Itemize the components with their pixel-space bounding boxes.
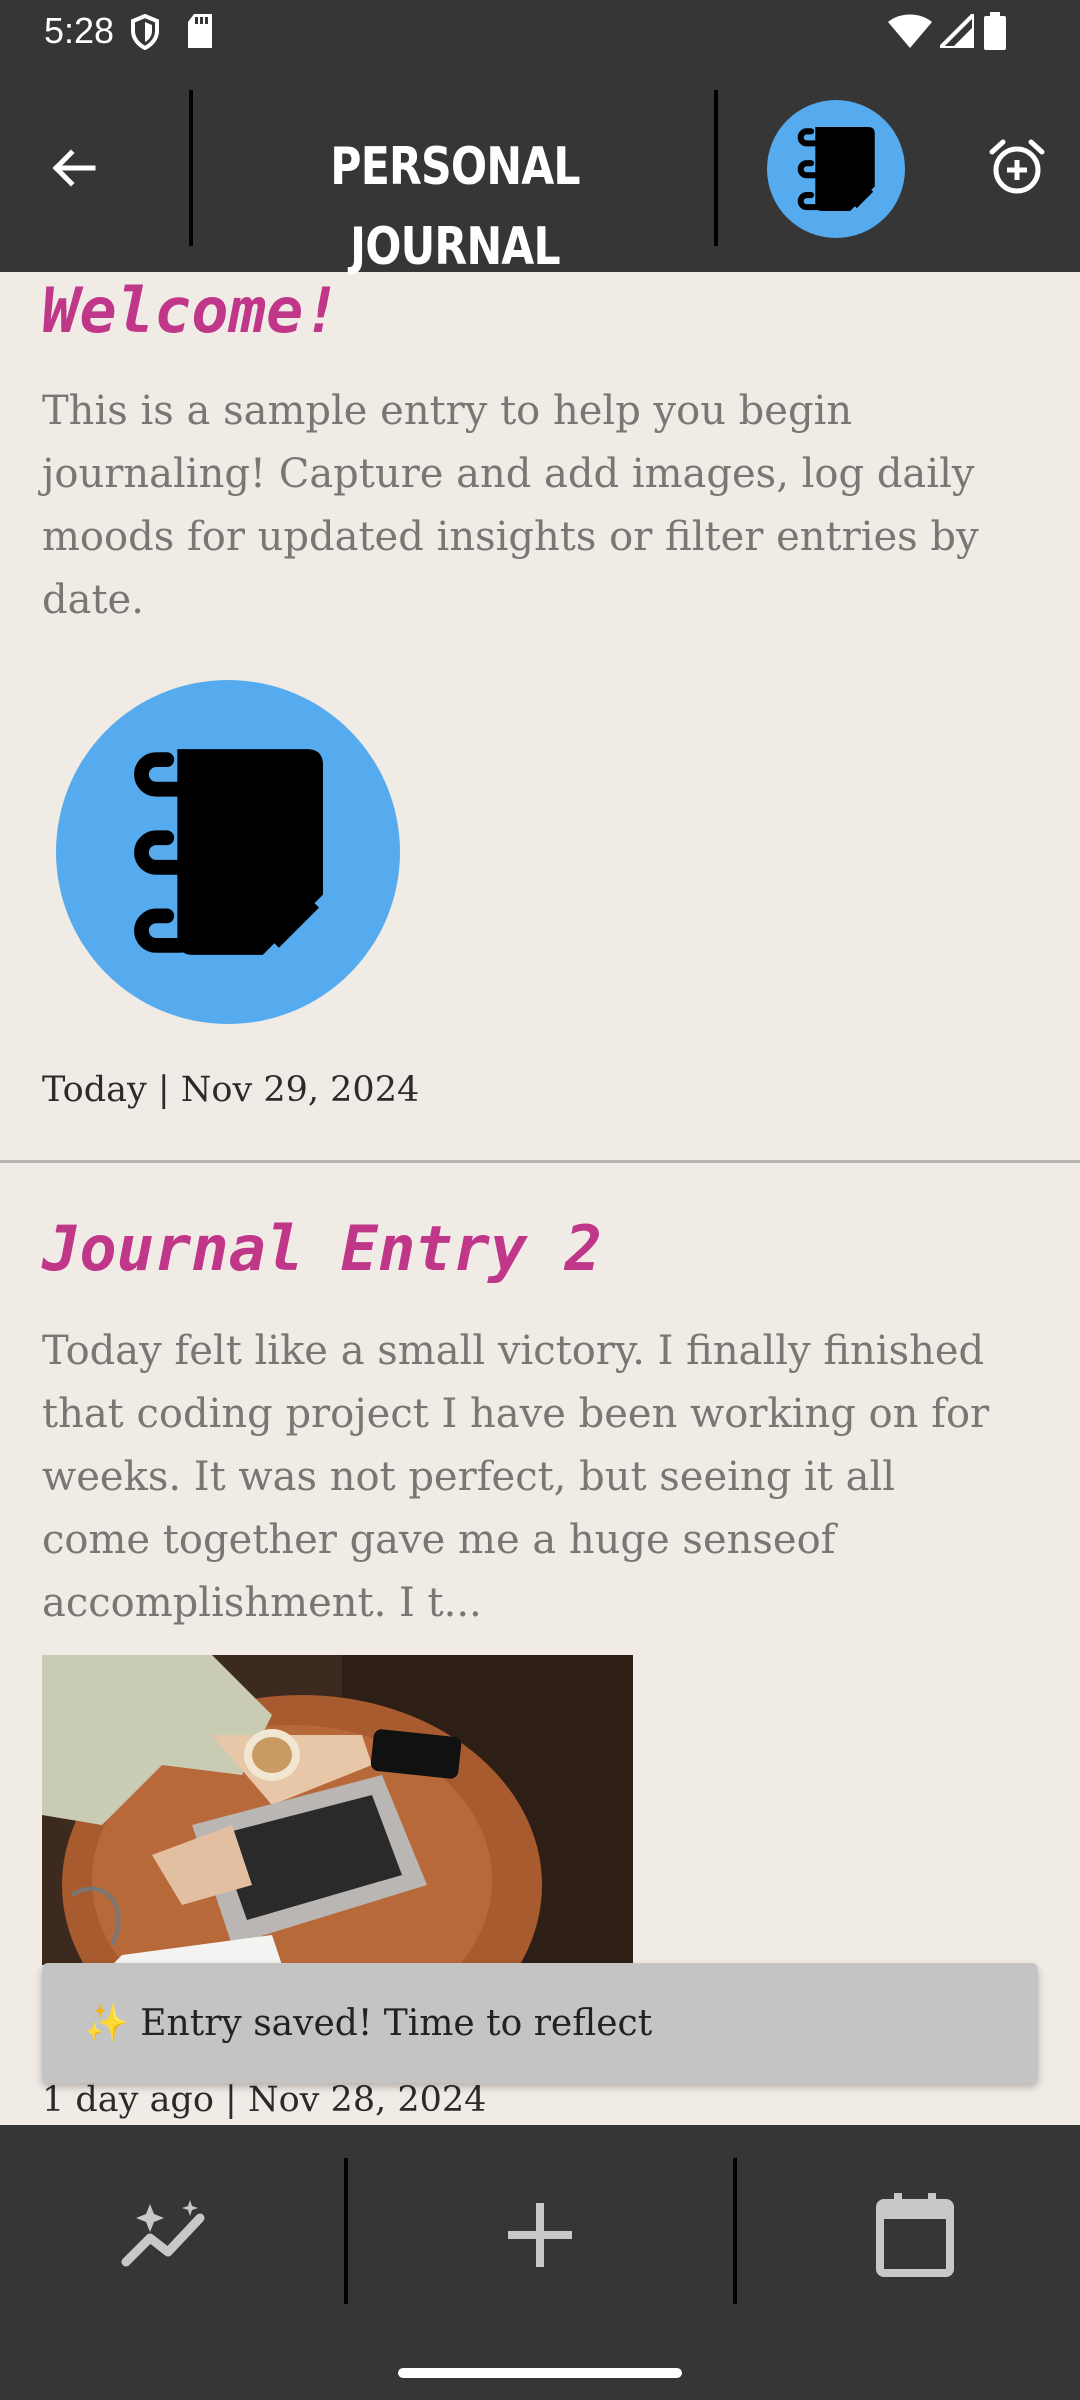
- entry-title: Journal Entry 2: [42, 1212, 602, 1285]
- entry-photo: [42, 1655, 633, 1965]
- entry-date: Today | Nov 29, 2024: [42, 1070, 420, 1110]
- signal-icon: [940, 14, 974, 48]
- add-alarm-button[interactable]: [972, 122, 1062, 212]
- calendar-icon: [876, 2193, 954, 2277]
- status-time: 5:28: [44, 10, 115, 51]
- app-bar-divider-left: [189, 90, 193, 246]
- snackbar-message: ✨ Entry saved! Time to reflect: [84, 2003, 653, 2044]
- add-entry-button[interactable]: [465, 2180, 615, 2290]
- add-alarm-icon: [989, 139, 1045, 194]
- journal-logo-icon: [797, 127, 875, 211]
- app-logo: [767, 100, 905, 238]
- page-title: PERSONAL JOURNAL: [330, 137, 580, 277]
- app-bar-divider-right: [714, 90, 718, 246]
- insights-icon: [121, 2200, 205, 2267]
- home-gesture-handle[interactable]: [398, 2368, 682, 2378]
- back-arrow-icon: [52, 149, 96, 187]
- status-bar: 5:28: [0, 0, 1080, 62]
- entry-title: Welcome!: [42, 274, 341, 347]
- bottom-divider-left: [344, 2158, 348, 2304]
- sd-card-icon: [188, 14, 212, 48]
- battery-icon: [984, 12, 1006, 50]
- entry-divider: [0, 1160, 1080, 1163]
- insights-button[interactable]: [90, 2180, 240, 2290]
- calendar-filter-button[interactable]: [840, 2180, 990, 2290]
- wifi-icon: [888, 14, 932, 48]
- back-button[interactable]: [30, 120, 116, 216]
- shield-icon: [131, 14, 159, 50]
- entry-body: This is a sample entry to help you begin…: [42, 388, 979, 623]
- entry-date: 1 day ago | Nov 28, 2024: [42, 2080, 487, 2120]
- journal-logo-icon: [134, 749, 323, 955]
- entry-image: [56, 680, 400, 1024]
- add-icon: [508, 2203, 572, 2267]
- journal-entry-list[interactable]: Welcome! This is a sample entry to help …: [0, 272, 1080, 2125]
- bottom-divider-right: [733, 2158, 737, 2304]
- entry-body: Today felt like a small victory. I final…: [42, 1328, 990, 1626]
- snackbar: ✨ Entry saved! Time to reflect: [42, 1963, 1038, 2083]
